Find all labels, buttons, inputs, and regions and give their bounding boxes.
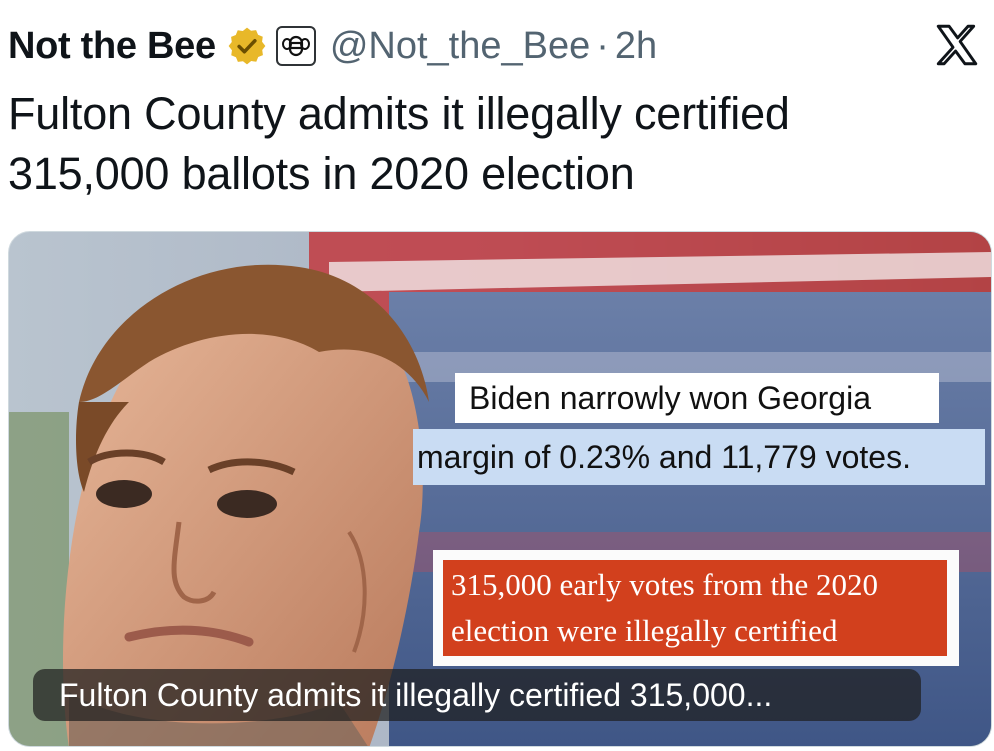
headline-box-highlighted: margin of 0.23% and 11,779 votes. [413,429,985,485]
red-highlight: 315,000 early votes from the 2020 electi… [443,560,947,656]
post-text-line: 315,000 ballots in 2020 election [8,148,635,199]
red-highlight-line: 315,000 early votes from the 2020 [451,567,879,602]
post-text-line: Fulton County admits it illegally certif… [8,88,790,139]
post-timestamp[interactable]: 2h [615,25,657,68]
verified-badge-icon[interactable] [226,25,268,67]
post-text: Fulton County admits it illegally certif… [8,84,968,204]
red-highlight-line: election were illegally certified [451,613,838,648]
link-caption[interactable]: Fulton County admits it illegally certif… [33,669,921,721]
author-name[interactable]: Not the Bee [8,25,216,68]
post-header: Not the Bee @Not_the_Bee · 2h [8,18,986,74]
headline-box: Biden narrowly won Georgia [455,373,939,423]
x-logo-icon[interactable] [932,20,982,70]
bee-logo-icon[interactable] [275,26,316,66]
link-card-image[interactable]: Biden narrowly won Georgia margin of 0.2… [8,231,992,747]
author-handle[interactable]: @Not_the_Bee [330,25,590,68]
headline-box-red: 315,000 early votes from the 2020 electi… [433,550,959,666]
separator-dot: · [596,24,609,67]
